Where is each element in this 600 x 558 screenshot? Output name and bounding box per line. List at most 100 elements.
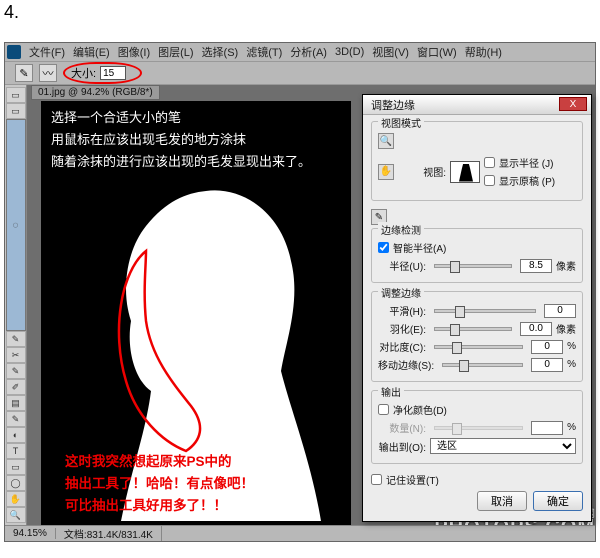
dialog-body: 视图模式 🔍 ✋ 视图: 显示半径 (J) 显示原稿 (P) ✎ 边缘检测 智能… — [363, 115, 591, 521]
tip-line: 抽出工具了！哈哈！有点像吧！ — [65, 473, 254, 495]
cancel-button[interactable]: 取消 — [477, 491, 527, 511]
decontaminate-label: 净化颜色(D) — [393, 402, 447, 417]
show-radius-label: 显示半径 (J) — [499, 155, 553, 170]
refine-edge-dialog: 调整边缘 X 视图模式 🔍 ✋ 视图: 显示半径 (J) 显示原稿 (P) ✎ … — [362, 94, 592, 522]
menu-edit[interactable]: 编辑(E) — [69, 44, 114, 60]
toolbox: ▭ ▭ ◌ ✎ ✂ ✎ ✐ ▤ ✎ ◐ T ▭ ◯ ✋ 🔍 — [5, 85, 27, 541]
tool-shape[interactable]: ◯ — [6, 475, 26, 491]
feather-slider[interactable] — [434, 327, 512, 331]
tool-marquee[interactable]: ▭ — [6, 103, 26, 119]
tool-lasso[interactable]: ◌ — [6, 119, 26, 331]
tip-line: 这时我突然想起原来PS中的 — [65, 451, 254, 473]
group-edge-detection: 边缘检测 智能半径(A) 半径(U): 像素 — [371, 228, 583, 283]
radius-unit: 像素 — [556, 258, 576, 273]
radius-slider[interactable] — [434, 264, 512, 268]
radius-label: 半径(U): — [378, 258, 426, 273]
document-tab[interactable]: 01.jpg @ 94.2% (RGB/8*) — [31, 85, 160, 100]
menu-select[interactable]: 选择(S) — [198, 44, 243, 60]
view-thumbnail[interactable] — [450, 161, 480, 183]
output-to-select[interactable]: 选区 — [430, 438, 576, 454]
dialog-titlebar[interactable]: 调整边缘 X — [363, 95, 591, 115]
amount-slider — [434, 426, 523, 430]
menu-file[interactable]: 文件(F) — [25, 44, 69, 60]
amount-label: 数量(N): — [378, 420, 426, 435]
zoom-icon[interactable]: 🔍 — [378, 133, 394, 149]
tool-stamp[interactable]: ✎ — [6, 411, 26, 427]
tool-eyedropper[interactable]: ✎ — [6, 363, 26, 379]
shift-unit: % — [567, 359, 576, 370]
menu-analysis[interactable]: 分析(A) — [286, 44, 331, 60]
feather-unit: 像素 — [556, 321, 576, 336]
menu-help[interactable]: 帮助(H) — [461, 44, 506, 60]
contrast-slider[interactable] — [434, 345, 523, 349]
show-radius-checkbox[interactable] — [484, 157, 495, 168]
size-highlight-annotation: 大小: — [63, 62, 142, 84]
menu-view[interactable]: 视图(V) — [368, 44, 413, 60]
step-number: 4. — [4, 2, 19, 23]
tool-wand[interactable]: ✎ — [6, 331, 26, 347]
smart-radius-checkbox[interactable] — [378, 242, 389, 253]
tool-move[interactable]: ▭ — [6, 87, 26, 103]
menubar: 文件(F) 编辑(E) 图像(I) 图层(L) 选择(S) 滤镜(T) 分析(A… — [5, 43, 595, 61]
group-adjust-edge: 调整边缘 平滑(H): 羽化(E):像素 对比度(C):% 移动边缘(S):% — [371, 291, 583, 382]
smart-radius-label: 智能半径(A) — [393, 240, 446, 255]
brush-icon[interactable]: 〰 — [39, 64, 57, 82]
size-label: 大小: — [71, 65, 96, 81]
tool-heal[interactable]: ✐ — [6, 379, 26, 395]
tool-brush[interactable]: ▤ — [6, 395, 26, 411]
smooth-slider[interactable] — [434, 309, 536, 313]
remember-label: 记住设置(T) — [386, 472, 439, 487]
refine-edge-brush-icon[interactable]: ✎ — [15, 64, 33, 82]
menu-layer[interactable]: 图层(L) — [154, 44, 197, 60]
tool-hand[interactable]: ✋ — [6, 491, 26, 507]
zoom-level[interactable]: 94.15% — [5, 528, 56, 539]
tip-line: 用鼠标在应该出现毛发的地方涂抹 — [51, 129, 311, 151]
dialog-title: 调整边缘 — [371, 97, 415, 113]
amount-input — [531, 421, 563, 435]
doc-size: 文档:831.4K/831.4K — [56, 526, 162, 541]
feather-label: 羽化(E): — [378, 321, 426, 336]
show-original-label: 显示原稿 (P) — [499, 173, 555, 188]
contrast-input[interactable] — [531, 340, 563, 354]
menu-3d[interactable]: 3D(D) — [331, 46, 368, 58]
ps-logo-icon — [7, 45, 21, 59]
menu-window[interactable]: 窗口(W) — [413, 44, 461, 60]
group-label: 边缘检测 — [378, 222, 424, 237]
group-label: 输出 — [378, 384, 404, 399]
options-bar: ✎ 〰 大小: — [5, 61, 595, 85]
tool-gradient[interactable]: ◐ — [6, 427, 26, 443]
smooth-label: 平滑(H): — [378, 303, 426, 318]
brush-size-input[interactable] — [100, 66, 126, 80]
contrast-unit: % — [567, 341, 576, 352]
menu-filter[interactable]: 滤镜(T) — [242, 44, 286, 60]
ok-button[interactable]: 确定 — [533, 491, 583, 511]
group-label: 视图模式 — [378, 115, 424, 130]
shift-label: 移动边缘(S): — [378, 357, 434, 372]
tip-line: 选择一个合适大小的笔 — [51, 107, 311, 129]
menu-image[interactable]: 图像(I) — [114, 44, 154, 60]
contrast-label: 对比度(C): — [378, 339, 426, 354]
hand-icon[interactable]: ✋ — [378, 164, 394, 180]
group-view-mode: 视图模式 🔍 ✋ 视图: 显示半径 (J) 显示原稿 (P) — [371, 121, 583, 201]
show-original-checkbox[interactable] — [484, 175, 495, 186]
tool-zoom[interactable]: 🔍 — [6, 507, 26, 523]
smooth-input[interactable] — [544, 304, 576, 318]
instruction-text-top: 选择一个合适大小的笔 用鼠标在应该出现毛发的地方涂抹 随着涂抹的进行应该出现的毛… — [51, 107, 311, 173]
canvas[interactable]: 选择一个合适大小的笔 用鼠标在应该出现毛发的地方涂抹 随着涂抹的进行应该出现的毛… — [41, 101, 351, 531]
decontaminate-checkbox[interactable] — [378, 404, 389, 415]
shift-slider[interactable] — [442, 363, 523, 367]
radius-input[interactable] — [520, 259, 552, 273]
close-button[interactable]: X — [559, 97, 587, 111]
group-label: 调整边缘 — [378, 285, 424, 300]
tool-crop[interactable]: ✂ — [6, 347, 26, 363]
shift-input[interactable] — [531, 358, 563, 372]
feather-input[interactable] — [520, 322, 552, 336]
remember-checkbox[interactable] — [371, 474, 382, 485]
dialog-buttons: 取消 确定 — [371, 491, 583, 511]
tool-path[interactable]: ▭ — [6, 459, 26, 475]
tip-line: 可比抽出工具好用多了！！ — [65, 495, 254, 517]
amount-unit: % — [567, 422, 576, 433]
tip-line: 随着涂抹的进行应该出现的毛发显现出来了。 — [51, 151, 311, 173]
output-to-label: 输出到(O): — [378, 439, 426, 454]
tool-text[interactable]: T — [6, 443, 26, 459]
